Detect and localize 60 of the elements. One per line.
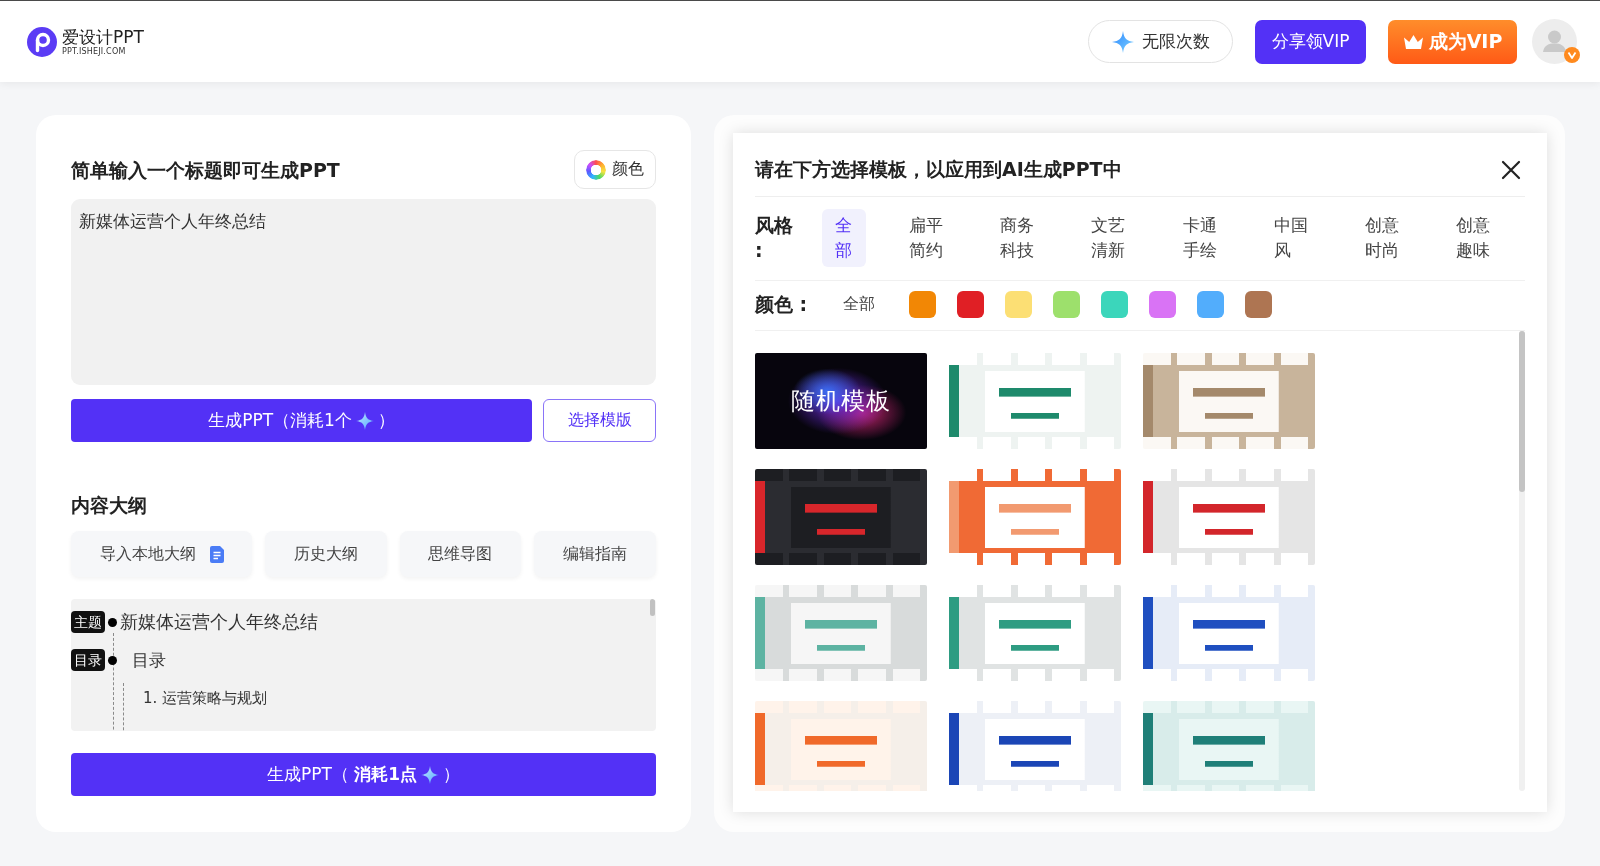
color-swatch[interactable] xyxy=(1245,291,1272,318)
color-filter-label: 颜色 : xyxy=(755,292,809,317)
share-vip-button[interactable]: 分享领VIP xyxy=(1255,19,1366,64)
color-wheel-icon xyxy=(586,159,606,180)
style-filter-tab[interactable]: 中国风 xyxy=(1260,209,1322,267)
user-avatar-icon[interactable] xyxy=(1532,19,1577,64)
choose-template-button[interactable]: 选择模版 xyxy=(543,399,656,442)
logo-domain: PPT.ISHEJI.COM xyxy=(62,47,127,56)
color-swatch[interactable] xyxy=(957,291,984,318)
generator-title: 简单输入一个标题即可生成PPT xyxy=(71,157,340,182)
style-filter-tab[interactable]: 创意时尚 xyxy=(1351,209,1413,267)
scrollbar-thumb[interactable] xyxy=(1519,331,1525,492)
sparkle-icon xyxy=(421,765,440,784)
node-tag: 主题 xyxy=(71,611,105,633)
style-filter-tab[interactable]: 卡通手绘 xyxy=(1169,209,1231,267)
color-swatch[interactable] xyxy=(1005,291,1032,318)
style-filter-tab[interactable]: 创意趣味 xyxy=(1443,209,1504,267)
template-thumbnail[interactable] xyxy=(1143,701,1315,791)
style-filter-tab[interactable]: 扁平简约 xyxy=(896,209,957,267)
outline-node-text: 目录 xyxy=(132,648,166,672)
template-thumbnail[interactable] xyxy=(755,701,927,791)
template-thumbnail[interactable] xyxy=(755,469,927,565)
template-picker-title: 请在下方选择模板，以应用到AI生成PPT中 xyxy=(755,157,1122,182)
color-button[interactable]: 颜色 xyxy=(574,150,656,189)
template-thumbnail[interactable] xyxy=(1143,353,1315,449)
template-thumbnail[interactable] xyxy=(755,585,927,681)
style-filter-tab[interactable]: 商务科技 xyxy=(987,209,1049,267)
outline-tool-button[interactable]: 编辑指南 xyxy=(534,531,656,577)
close-button[interactable] xyxy=(1500,159,1522,181)
node-tag: 目录 xyxy=(71,649,105,671)
bullet-dot-icon xyxy=(108,617,117,627)
topic-input[interactable]: 新媒体运营个人年终总结 xyxy=(71,199,656,385)
style-filter-tab[interactable]: 全部 xyxy=(821,209,866,267)
outline-tool-button[interactable]: 思维导图 xyxy=(399,531,522,577)
color-swatch[interactable] xyxy=(1197,291,1224,318)
random-template-card[interactable]: 随机模板 xyxy=(755,353,927,449)
close-icon xyxy=(1500,159,1522,181)
outline-title: 内容大纲 xyxy=(71,493,148,517)
unlimited-credits-button[interactable]: 无限次数 xyxy=(1088,20,1233,63)
logo-icon xyxy=(27,26,57,57)
sparkle-icon xyxy=(1111,30,1134,53)
color-swatch[interactable] xyxy=(1149,291,1176,318)
style-filter-tab[interactable]: 文艺清新 xyxy=(1078,209,1140,267)
document-icon xyxy=(209,545,224,563)
bullet-dot-icon xyxy=(108,655,117,665)
crown-icon xyxy=(1402,33,1424,50)
generate-ppt-button[interactable]: 生成PPT（ 消耗1点 ） xyxy=(71,753,656,796)
outline-tool-button[interactable]: 导入本地大纲 xyxy=(71,531,252,577)
logo-name: 爱设计PPT xyxy=(62,27,144,47)
color-swatch[interactable] xyxy=(1101,291,1128,318)
outline-tool-button[interactable]: 历史大纲 xyxy=(265,531,387,577)
generate-ppt-button[interactable]: 生成PPT（消耗1个 ） xyxy=(71,399,532,442)
all-colors-option[interactable]: 全部 xyxy=(843,294,875,315)
scrollbar-thumb[interactable] xyxy=(650,599,655,616)
style-filter-label: 风格 : xyxy=(755,213,794,263)
sparkle-icon xyxy=(355,411,374,430)
outline-node-text: 1. 运营策略与规划 xyxy=(143,688,268,708)
outline-node-text: 新媒体运营个人年终总结 xyxy=(120,610,318,634)
color-swatch[interactable] xyxy=(909,291,936,318)
color-swatch[interactable] xyxy=(1053,291,1080,318)
